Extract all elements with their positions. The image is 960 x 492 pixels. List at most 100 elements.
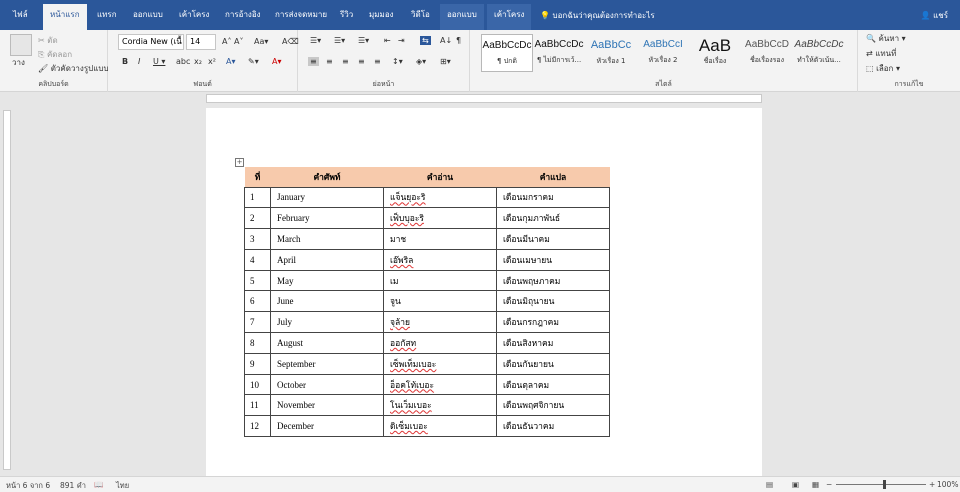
cell-meaning[interactable]: เดือนกรกฎาคม [496, 311, 610, 334]
zoom-slider-thumb[interactable] [883, 480, 886, 489]
cell-word[interactable]: April [270, 248, 384, 271]
underline-button[interactable]: U ▾ [153, 57, 165, 66]
select-button[interactable]: ⬚ เลือก ▾ [866, 62, 900, 75]
paste-button[interactable]: วาง [12, 56, 25, 69]
word-count[interactable]: 891 คำ [60, 480, 86, 492]
cell-word[interactable]: July [270, 311, 384, 334]
cell-meaning[interactable]: เดือนกุมภาพันธ์ [496, 207, 610, 230]
cell-meaning[interactable]: เดือนธันวาคม [496, 415, 610, 438]
cell-reading[interactable]: เซ็พเท็มเบอะ [383, 352, 497, 375]
cell-word[interactable]: February [270, 207, 384, 230]
cell-word[interactable]: December [270, 415, 384, 438]
cell-reading[interactable]: เฟ็บบุอะริ [383, 207, 497, 230]
cell-word[interactable]: November [270, 394, 384, 417]
cell-reading[interactable]: จูน [383, 290, 497, 313]
shading-button[interactable]: ◈▾ [416, 57, 426, 66]
cell-meaning[interactable]: เดือนพฤศจิกายน [496, 394, 610, 417]
sort-button[interactable]: A↓ [440, 36, 452, 45]
cell-meaning[interactable]: เดือนกันยายน [496, 352, 610, 375]
clear-format-button[interactable]: A⌫ [282, 37, 299, 46]
cell-reading[interactable]: มาช [383, 228, 497, 250]
increase-indent-button[interactable]: ⇥ [398, 36, 405, 45]
document-page[interactable]: + ที่ คำศัพท์ คำอ่าน คำแปล 1 January แจ็นย… [206, 108, 762, 476]
change-case-button[interactable]: Aa▾ [254, 37, 268, 46]
cell-word[interactable]: May [270, 269, 384, 292]
read-mode-icon[interactable]: ▤ [766, 480, 773, 489]
replace-button[interactable]: ⇄ แทนที่ [866, 47, 896, 60]
tab-design[interactable]: ออกแบบ [126, 4, 170, 30]
cell-word[interactable]: January [270, 186, 384, 209]
cell-reading[interactable]: อ็อคโท้เบอะ [383, 373, 497, 396]
cell-meaning[interactable]: เดือนมกราคม [496, 186, 610, 209]
tab-layout[interactable]: เค้าโครง [172, 4, 216, 30]
align-center-button[interactable]: ≡ [326, 57, 333, 66]
superscript-button[interactable]: x² [208, 57, 216, 66]
style-no-spacing[interactable]: AaBbCcDc ¶ ไม่มีการเว้... [533, 34, 585, 72]
subscript-button[interactable]: x₂ [194, 57, 202, 66]
highlight-button[interactable]: ✎▾ [248, 57, 259, 66]
align-right-button[interactable]: ≡ [342, 57, 349, 66]
cell-number[interactable]: 2 [244, 207, 271, 230]
cell-meaning[interactable]: เดือนมีนาคม [496, 228, 610, 250]
cell-number[interactable]: 4 [244, 248, 271, 271]
font-color-button[interactable]: A▾ [272, 57, 282, 66]
show-marks-button[interactable]: ¶ [456, 36, 461, 45]
page-count[interactable]: หน้า 6 จาก 6 [6, 480, 50, 492]
horizontal-ruler[interactable] [0, 92, 960, 106]
cell-number[interactable]: 7 [244, 311, 271, 334]
zoom-in-button[interactable]: + [929, 480, 935, 489]
tab-mailings[interactable]: การส่งจดหมาย [268, 4, 334, 30]
cell-meaning[interactable]: เดือนพฤษภาคม [496, 269, 610, 292]
share-button[interactable]: 👤 แชร์ [921, 9, 948, 22]
style-heading-1[interactable]: AaBbCc หัวเรื่อง 1 [585, 34, 637, 72]
cell-number[interactable]: 12 [244, 415, 271, 438]
cell-reading[interactable]: ดิเซ็มเบอะ [383, 415, 497, 438]
distributed-button[interactable]: ≡ [374, 57, 381, 66]
font-name-box[interactable]: Cordia New (เนื้ [118, 34, 184, 50]
tab-table-design[interactable]: ออกแบบ [440, 4, 484, 30]
language-indicator[interactable]: ไทย [116, 480, 129, 492]
cell-reading[interactable]: เอ๊พริล [383, 248, 497, 271]
zoom-out-button[interactable]: − [826, 480, 832, 489]
zoom-level[interactable]: 100% [937, 480, 958, 489]
vertical-ruler[interactable] [0, 106, 14, 476]
cell-meaning[interactable]: เดือนมิถุนายน [496, 290, 610, 313]
numbering-button[interactable]: ☰▾ [334, 36, 345, 45]
line-spacing-button[interactable]: ↕▾ [392, 57, 403, 66]
tab-file[interactable]: ไฟล์ [6, 4, 35, 30]
tab-table-layout[interactable]: เค้าโครง [487, 4, 532, 30]
cell-reading[interactable]: แจ็นยุอะริ [383, 186, 497, 209]
decrease-indent-button[interactable]: ⇤ [384, 36, 391, 45]
tab-references[interactable]: การอ้างอิง [218, 4, 268, 30]
style-subtle-emphasis[interactable]: AaBbCcDc ทำให้ตัวเน้น... [793, 34, 845, 72]
cell-meaning[interactable]: เดือนสิงหาคม [496, 332, 610, 354]
bold-button[interactable]: B [122, 57, 128, 66]
tab-home[interactable]: หน้าแรก [43, 4, 87, 30]
cell-number[interactable]: 3 [244, 228, 271, 250]
zoom-slider[interactable] [836, 484, 926, 485]
thai-distributed-button[interactable]: ⇆ [420, 36, 431, 45]
cell-reading[interactable]: โนเว็มเบอะ [383, 394, 497, 417]
tab-review[interactable]: รีวิว [333, 4, 360, 30]
find-button[interactable]: 🔍 ค้นหา ▾ [866, 32, 906, 45]
cell-word[interactable]: March [270, 228, 384, 250]
vocabulary-table[interactable]: ที่ คำศัพท์ คำอ่าน คำแปล 1 January แจ็นยุอ… [244, 167, 610, 438]
cut-button[interactable]: ✂ ตัด [38, 34, 58, 47]
cell-reading[interactable]: เม [383, 269, 497, 292]
cell-word[interactable]: June [270, 290, 384, 313]
cell-word[interactable]: August [270, 332, 384, 354]
style-title[interactable]: AaB ชื่อเรื่อง [689, 34, 741, 72]
bullets-button[interactable]: ☰▾ [310, 36, 321, 45]
italic-button[interactable]: I [138, 57, 140, 66]
cell-number[interactable]: 5 [244, 269, 271, 292]
cell-number[interactable]: 8 [244, 332, 271, 354]
cell-meaning[interactable]: เดือนตุลาคม [496, 373, 610, 396]
style-heading-2[interactable]: AaBbCcI หัวเรื่อง 2 [637, 34, 689, 72]
tell-me-box[interactable]: 💡 บอกฉันว่าคุณต้องการทำอะไร [540, 9, 655, 22]
copy-button[interactable]: ⎘ คัดลอก [38, 48, 72, 61]
tab-video[interactable]: วิดีโอ [404, 4, 437, 30]
cell-word[interactable]: September [270, 352, 384, 375]
tab-insert[interactable]: แทรก [90, 4, 124, 30]
web-layout-icon[interactable]: ▦ [812, 480, 819, 489]
cell-number[interactable]: 11 [244, 394, 271, 417]
